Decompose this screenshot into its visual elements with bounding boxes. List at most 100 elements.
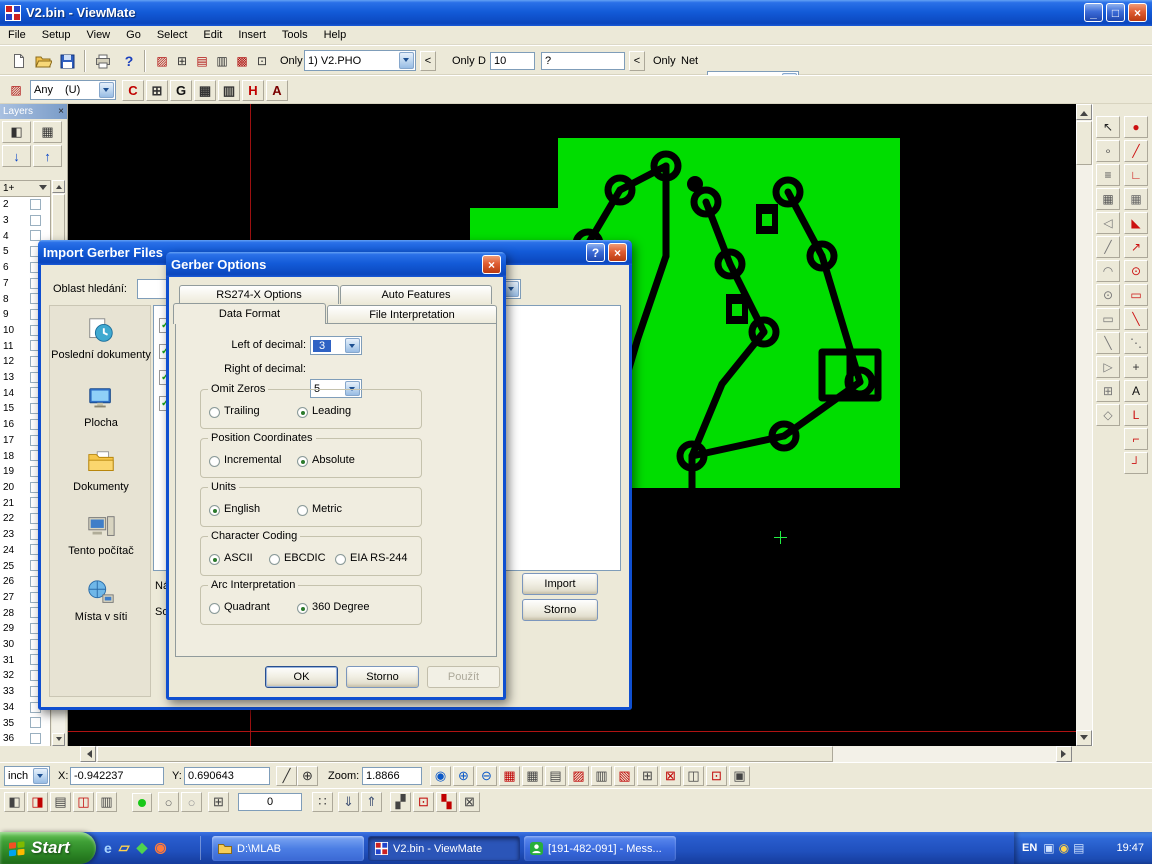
view-tool-button[interactable]: ⊠ xyxy=(660,766,681,786)
traffic-light-icon[interactable] xyxy=(132,793,152,812)
menu-item[interactable]: Insert xyxy=(230,26,274,44)
state-tool-button[interactable]: ▥ xyxy=(96,792,117,812)
tray-icon[interactable]: ▣ xyxy=(1043,841,1054,855)
palette-tool-button[interactable]: ↖ xyxy=(1096,116,1120,138)
prev-layer-button[interactable]: < xyxy=(420,51,436,71)
layer-row[interactable]: 36 xyxy=(0,731,50,747)
pattern-tool-button[interactable]: ⊞ xyxy=(172,51,192,71)
context-help-button[interactable]: ? xyxy=(118,50,140,72)
layers-toolbar-button[interactable]: ▦ xyxy=(33,121,62,143)
menu-item[interactable]: Help xyxy=(316,26,355,44)
edit-tool-button[interactable]: ▥ xyxy=(218,80,240,101)
import-button[interactable]: Import xyxy=(522,573,598,595)
edit-tool-button[interactable]: ▦ xyxy=(194,80,216,101)
palette-tool-button[interactable]: ⋱ xyxy=(1124,332,1148,354)
task-button-viewmate[interactable]: V2.bin - ViewMate xyxy=(368,836,520,861)
chevron-down-icon[interactable] xyxy=(99,82,114,98)
ebcdic-radio[interactable] xyxy=(269,554,280,565)
menu-item[interactable]: View xyxy=(78,26,118,44)
new-file-button[interactable] xyxy=(8,50,30,72)
quick-launch-icon[interactable]: e xyxy=(104,840,112,856)
scroll-left-button[interactable] xyxy=(80,746,96,762)
palette-tool-button[interactable]: ∘ xyxy=(1096,140,1120,162)
place-recent-documents[interactable]: Poslední dokumenty xyxy=(51,316,151,361)
aperture-filter-button[interactable]: ▨ xyxy=(6,80,26,100)
palette-tool-button[interactable]: ◠ xyxy=(1096,260,1120,282)
view-tool-button[interactable]: ◫ xyxy=(683,766,704,786)
palette-tool-button[interactable]: ▦ xyxy=(1096,188,1120,210)
grid-toggle-button[interactable]: ⊞ xyxy=(208,792,229,812)
layer-visibility-checkbox[interactable] xyxy=(30,733,41,744)
start-button[interactable]: Start xyxy=(0,832,96,864)
cancel-button[interactable]: Storno xyxy=(522,599,598,621)
palette-tool-button[interactable]: ∟ xyxy=(1124,164,1148,186)
view-tool-button[interactable]: ▦ xyxy=(499,766,520,786)
pattern-tool-button[interactable]: ▥ xyxy=(212,51,232,71)
trailing-radio[interactable] xyxy=(209,407,220,418)
snap-tool-button[interactable]: ⇓ xyxy=(338,792,359,812)
task-button-mlab[interactable]: D:\MLAB xyxy=(212,836,364,861)
tab-data-format[interactable]: Data Format xyxy=(173,303,326,324)
help-button[interactable]: ? xyxy=(586,243,605,262)
save-button[interactable] xyxy=(56,50,78,72)
minimize-button[interactable]: _ xyxy=(1084,3,1103,22)
layer-visibility-checkbox[interactable] xyxy=(30,717,41,728)
measure-tool-button[interactable]: ⊕ xyxy=(297,766,318,786)
print-button[interactable] xyxy=(92,50,114,72)
titlebar[interactable]: V2.bin - ViewMate _ □ × xyxy=(0,0,1152,26)
palette-tool-button[interactable]: ◇ xyxy=(1096,404,1120,426)
open-file-button[interactable] xyxy=(32,50,54,72)
view-tool-button[interactable]: ⊖ xyxy=(476,766,497,786)
apply-button[interactable]: Použít xyxy=(427,666,500,688)
tab-rs274x-options[interactable]: RS274-X Options xyxy=(179,285,339,304)
palette-tool-button[interactable]: ╲ xyxy=(1124,308,1148,330)
scroll-down-button[interactable] xyxy=(52,733,65,746)
edit-tool-button[interactable]: G xyxy=(170,80,192,101)
menu-item[interactable]: Edit xyxy=(195,26,230,44)
pattern-tool-button[interactable]: ▩ xyxy=(232,51,252,71)
absolute-radio[interactable] xyxy=(297,456,308,467)
edit-tool-button[interactable]: C xyxy=(122,80,144,101)
menu-item[interactable]: File xyxy=(0,26,34,44)
scroll-thumb[interactable] xyxy=(97,746,833,762)
tab-file-interpretation[interactable]: File Interpretation xyxy=(327,305,497,324)
view-tool-button[interactable]: ⊡ xyxy=(706,766,727,786)
close-button[interactable]: × xyxy=(1128,3,1147,22)
layers-toolbar-button[interactable]: ↓ xyxy=(2,145,31,167)
palette-tool-button[interactable]: ⌐ xyxy=(1124,428,1148,450)
palette-tool-button[interactable]: L xyxy=(1124,404,1148,426)
metric-radio[interactable] xyxy=(297,505,308,516)
scroll-right-button[interactable] xyxy=(1056,746,1072,762)
view-tool-button[interactable]: ▧ xyxy=(614,766,635,786)
menu-item[interactable]: Setup xyxy=(34,26,79,44)
palette-tool-button[interactable]: ▦ xyxy=(1124,188,1148,210)
view-tool-button[interactable]: ▦ xyxy=(522,766,543,786)
palette-tool-button[interactable]: A xyxy=(1124,380,1148,402)
menu-item[interactable]: Tools xyxy=(274,26,316,44)
clock[interactable]: 19:47 xyxy=(1116,842,1144,854)
tray-icon[interactable]: ▤ xyxy=(1073,841,1084,855)
pad-display-button[interactable]: ⊡ xyxy=(413,792,434,812)
dcode-query-input[interactable]: ? xyxy=(541,52,625,70)
scroll-down-button[interactable] xyxy=(1076,730,1092,746)
view-tool-button[interactable]: ▨ xyxy=(568,766,589,786)
palette-tool-button[interactable]: ◣ xyxy=(1124,212,1148,234)
view-tool-button[interactable]: ▥ xyxy=(591,766,612,786)
gerber-dialog-titlebar[interactable]: Gerber Options × xyxy=(166,252,506,277)
palette-tool-button[interactable]: ≡ xyxy=(1096,164,1120,186)
task-button-messenger[interactable]: [191-482-091] - Mess... xyxy=(524,836,676,861)
maximize-button[interactable]: □ xyxy=(1106,3,1125,22)
view-tool-button[interactable]: ▤ xyxy=(545,766,566,786)
quadrant-radio[interactable] xyxy=(209,603,220,614)
language-indicator[interactable]: EN xyxy=(1022,842,1037,854)
chevron-down-icon[interactable] xyxy=(345,338,360,353)
quick-launch-icon[interactable]: ▱ xyxy=(119,839,130,856)
edit-tool-button[interactable]: A xyxy=(266,80,288,101)
scroll-thumb[interactable] xyxy=(1076,121,1092,165)
close-button[interactable]: × xyxy=(482,255,501,274)
place-documents[interactable]: Dokumenty xyxy=(51,448,151,493)
ok-button[interactable]: OK xyxy=(265,666,338,688)
quick-launch-icon[interactable]: ◉ xyxy=(154,839,166,856)
close-icon[interactable]: × xyxy=(58,106,64,117)
cancel-button[interactable]: Storno xyxy=(346,666,419,688)
